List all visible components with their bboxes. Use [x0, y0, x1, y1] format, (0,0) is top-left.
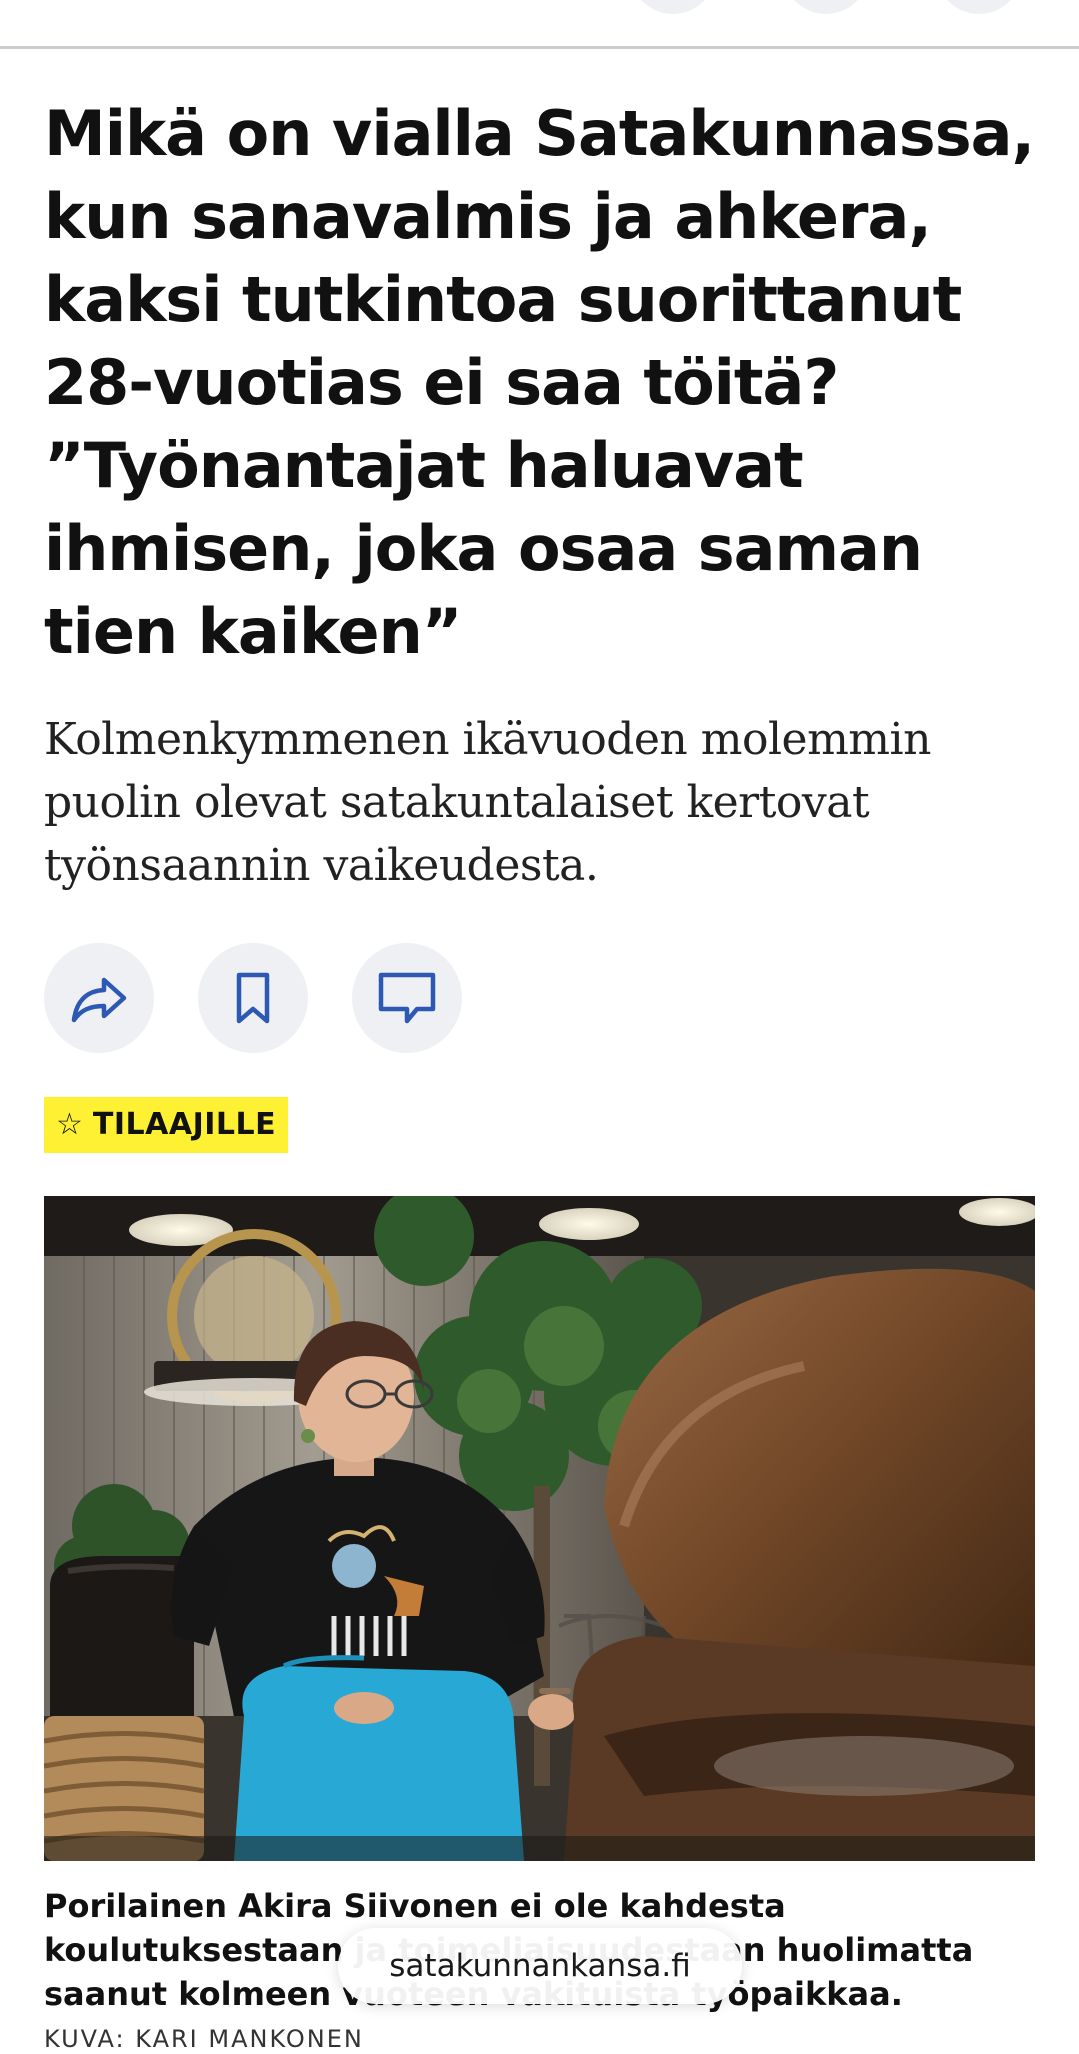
comment-icon	[378, 972, 436, 1024]
bookmark-icon	[236, 972, 270, 1024]
share-icon	[71, 977, 127, 1023]
subscriber-badge-label: TILAAJILLE	[92, 1107, 277, 1142]
article-lead: Kolmenkymmenen ikävuoden molemmin puolin…	[44, 714, 931, 891]
photo-credit: KUVA: KARI MANKONEN	[44, 2025, 364, 2053]
previous-action-bar	[0, 0, 1079, 46]
article-photo-image	[44, 1196, 1035, 1861]
address-bar[interactable]: satakunnankansa.fi	[338, 1928, 742, 2004]
bookmark-button[interactable]	[198, 943, 308, 1053]
share-button[interactable]	[44, 943, 154, 1053]
address-bar-url: satakunnankansa.fi	[389, 1948, 691, 1984]
previous-action-button[interactable]	[783, 0, 869, 14]
article-action-bar	[44, 943, 506, 1053]
subscriber-badge: ☆ TILAAJILLE	[44, 1097, 289, 1153]
article-headline: Mikä on vialla Satakunnassa, kun sanaval…	[44, 97, 1035, 668]
section-divider	[0, 46, 1079, 49]
previous-action-button[interactable]	[936, 0, 1022, 14]
star-outline-icon: ☆	[56, 1107, 83, 1142]
previous-action-button[interactable]	[630, 0, 716, 14]
article-photo[interactable]	[44, 1196, 1035, 1861]
comment-button[interactable]	[352, 943, 462, 1053]
